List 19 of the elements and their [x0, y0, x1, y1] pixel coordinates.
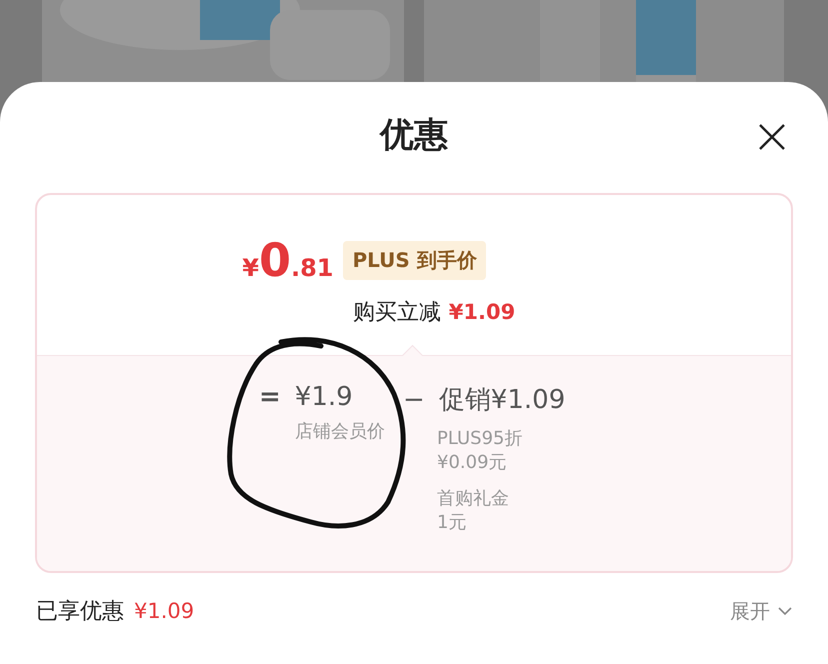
promotion-detail: PLUS95折: [437, 427, 524, 451]
chevron-down-icon: [778, 606, 792, 616]
promotion-amount: 促销¥1.09: [438, 384, 566, 417]
promotion-detail: ¥0.09元: [437, 451, 508, 475]
equals-sign: =: [259, 382, 281, 412]
member-price-label: 店铺会员价: [295, 420, 385, 444]
close-icon[interactable]: [759, 124, 785, 150]
sheet-title: 优惠: [380, 114, 448, 156]
instant-discount-amount: ¥1.09: [448, 300, 516, 324]
total-discount-amount: ¥1.09: [134, 599, 194, 623]
expand-toggle[interactable]: 展开: [730, 598, 792, 624]
plus-price-badge: PLUS 到手价: [343, 240, 486, 280]
instant-discount-label: 购买立减: [352, 299, 441, 327]
final-price: ¥0.81: [242, 237, 334, 283]
member-price: ¥1.9: [294, 382, 353, 412]
total-discount-label: 已享优惠: [36, 598, 124, 626]
promotion-detail: 1元: [437, 511, 468, 535]
promotion-detail: 首购礼金: [437, 487, 510, 511]
minus-sign: −: [403, 385, 425, 415]
